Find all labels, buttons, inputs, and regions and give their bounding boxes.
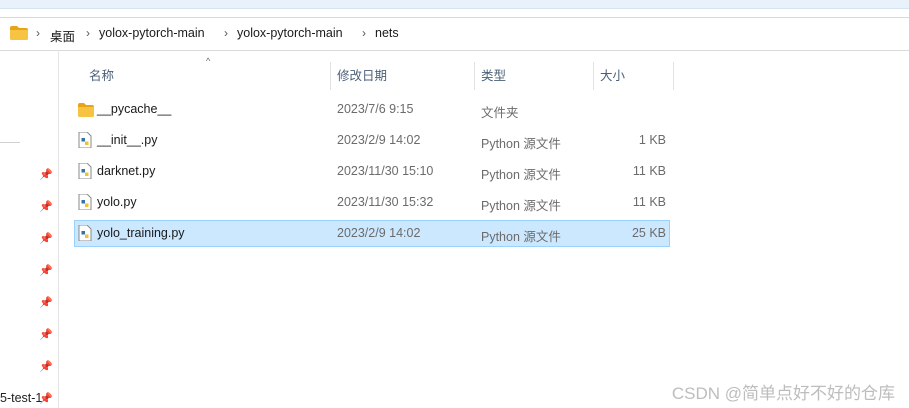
pin-icon[interactable]: 📌 [38,263,54,279]
column-header-size[interactable]: 大小 [600,62,625,90]
file-name: __init__.py [97,133,158,147]
file-name: darknet.py [97,164,156,178]
python-file-icon [78,225,92,241]
file-row-yolo-training[interactable]: yolo_training.py 2023/2/9 14:02 Python 源… [74,220,670,247]
python-file-icon [78,163,92,179]
file-type: Python 源文件 [481,168,561,182]
file-type: Python 源文件 [481,137,561,151]
breadcrumb-separator: › [362,26,366,40]
pin-icon[interactable]: 📌 [38,327,54,343]
file-modified: 2023/2/9 14:02 [337,226,421,240]
sidebar-divider [0,142,20,143]
navigation-pane: 📌 📌 📌 📌 📌 📌 📌 5-test-1 📌 [0,50,59,408]
column-divider[interactable] [474,62,475,90]
column-header: 名称 修改日期 类型 大小 [74,62,674,90]
file-modified: 2023/7/6 9:15 [337,102,414,116]
column-header-name[interactable]: 名称 [89,62,114,90]
file-row-pycache[interactable]: __pycache__ 2023/7/6 9:15 文件夹 [74,96,670,123]
folder-icon [10,26,28,40]
python-file-icon [78,194,92,210]
python-file-icon [78,132,92,148]
file-type: Python 源文件 [481,199,561,213]
file-name: __pycache__ [97,102,172,116]
breadcrumb-nets[interactable]: nets [375,26,399,40]
breadcrumb-separator: › [224,26,228,40]
file-size: 25 KB [631,226,666,240]
file-type: Python 源文件 [481,230,561,244]
breadcrumb-desktop[interactable]: 桌面 [50,26,75,45]
column-divider[interactable] [593,62,594,90]
pin-icon[interactable]: 📌 [38,199,54,215]
pin-icon[interactable]: 📌 [38,359,54,375]
column-header-modified[interactable]: 修改日期 [337,62,387,90]
watermark: CSDN @简单点好不好的仓库 [671,384,895,403]
file-size: 11 KB [632,195,666,209]
sidebar-item-label[interactable]: 5-test-1 [0,391,42,405]
file-modified: 2023/2/9 14:02 [337,133,421,147]
address-bar[interactable]: › 桌面 › yolox-pytorch-main › yolox-pytorc… [0,17,909,51]
breadcrumb-yolox-pytorch-main-2[interactable]: yolox-pytorch-main [237,26,343,40]
file-row-darknet[interactable]: darknet.py 2023/11/30 15:10 Python 源文件 1… [74,158,670,185]
file-row-init[interactable]: __init__.py 2023/2/9 14:02 Python 源文件 1 … [74,127,670,154]
column-header-type[interactable]: 类型 [481,62,506,90]
file-modified: 2023/11/30 15:32 [337,195,434,209]
file-row-yolo[interactable]: yolo.py 2023/11/30 15:32 Python 源文件 11 K… [74,189,670,216]
file-modified: 2023/11/30 15:10 [337,164,434,178]
file-name: yolo_training.py [97,226,185,240]
breadcrumb-separator: › [86,26,90,40]
window-top-strip [0,0,909,9]
breadcrumb-separator: › [36,26,40,40]
pin-icon[interactable]: 📌 [38,231,54,247]
file-size: 1 KB [638,133,666,147]
column-divider[interactable] [673,62,674,90]
folder-icon [78,103,94,117]
file-type: 文件夹 [481,106,519,120]
pin-icon[interactable]: 📌 [38,167,54,183]
breadcrumb-yolox-pytorch-main-1[interactable]: yolox-pytorch-main [99,26,205,40]
pin-icon[interactable]: 📌 [38,295,54,311]
file-size: 11 KB [632,164,666,178]
pin-icon[interactable]: 📌 [38,391,54,407]
file-name: yolo.py [97,195,137,209]
column-divider[interactable] [330,62,331,90]
